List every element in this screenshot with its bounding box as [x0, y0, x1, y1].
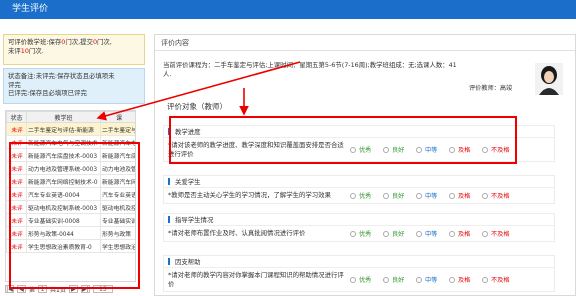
eval-heading: 评价对象（教师） — [167, 102, 227, 111]
radio-icon[interactable] — [350, 276, 356, 283]
rating-option[interactable]: 优秀 — [350, 275, 381, 284]
rating-option[interactable]: 及格 — [449, 191, 480, 200]
rating-option[interactable]: 优秀 — [350, 191, 381, 200]
radio-icon[interactable] — [416, 192, 422, 199]
eval-section: 关爱学生 *教师是否主动关心学生的学习情况，了解学生的学习效果 优秀 良好 中等 及格 不及… — [163, 175, 555, 204]
eval-panel: 评价内容 当前评价课程为：二手车鉴定与评估;上课时间：星期五第5-6节(7-16… — [154, 34, 576, 296]
teacher-name: 评价教师：高竣 — [469, 85, 513, 92]
left-panel: 可评价教学班:保存0门次,提交0门次, 未评10门次. 状态备注:未评完:保存状… — [3, 34, 145, 294]
radio-icon[interactable] — [449, 276, 455, 283]
annotation-box-left — [9, 142, 140, 289]
row-status: 未评 — [6, 122, 27, 136]
row-course: 二手车鉴定与评 — [100, 122, 135, 136]
question-text: *教师是否主动关心学生的学习情况，了解学生的学习效果 — [168, 191, 331, 200]
question-text: *请对老师的教学内容对你掌握本门课程知识的帮助情况进行评价 — [168, 271, 344, 288]
radio-icon[interactable] — [383, 230, 389, 237]
radio-icon[interactable] — [482, 230, 488, 237]
rating-option[interactable]: 中等 — [416, 275, 447, 284]
eval-section: 因支帮助 *请对老师的教学内容对你掌握本门课程知识的帮助情况进行评价 优秀 良好 中等及… — [163, 255, 555, 292]
rating-option[interactable]: 中等 — [416, 191, 447, 200]
rating-option[interactable]: 及格 — [449, 275, 480, 284]
radio-icon[interactable] — [350, 192, 356, 199]
panel-title: 评价内容 — [155, 35, 575, 51]
row-class: 二手车鉴定与评估-新能源 — [26, 122, 101, 136]
section-header: 指导学生情况 — [164, 214, 554, 226]
radio-icon[interactable] — [449, 192, 455, 199]
radio-icon[interactable] — [383, 192, 389, 199]
section-bar — [168, 258, 170, 265]
radio-icon[interactable] — [482, 276, 488, 283]
rating-option[interactable]: 良好 — [383, 275, 414, 284]
radio-icon[interactable] — [416, 276, 422, 283]
rating-option[interactable]: 中等 — [416, 229, 447, 238]
radio-icon[interactable] — [350, 230, 356, 237]
section-title: 关爱学生 — [175, 178, 201, 186]
rating-option[interactable]: 不及格 — [482, 275, 513, 284]
section-header: 关爱学生 — [164, 176, 554, 188]
col-status[interactable]: 状态 — [6, 111, 27, 123]
section-header: 因支帮助 — [164, 256, 554, 268]
section-title: 指导学生情况 — [175, 216, 214, 224]
table-row[interactable]: 未评二手车鉴定与评估-新能源二手车鉴定与评 — [6, 122, 135, 136]
col-course[interactable]: 课 — [100, 111, 135, 123]
radio-icon[interactable] — [383, 276, 389, 283]
radio-icon[interactable] — [416, 230, 422, 237]
teacher-avatar — [535, 63, 563, 95]
rating-option[interactable]: 优秀 — [350, 229, 381, 238]
rating-option[interactable]: 不及格 — [482, 191, 513, 200]
rating-option[interactable]: 良好 — [383, 191, 414, 200]
radio-icon[interactable] — [449, 230, 455, 237]
annotation-box-right — [169, 116, 517, 164]
rating-option[interactable]: 及格 — [449, 229, 480, 238]
rating-option[interactable]: 不及格 — [482, 229, 513, 238]
section-bar — [168, 216, 170, 223]
col-class[interactable]: 教学班 — [26, 111, 101, 123]
radio-icon[interactable] — [482, 192, 488, 199]
status-note: 状态备注:未评完:保存状态且必填项未 评完 已评完:保存且必填项已评完 — [3, 68, 145, 104]
section-bar — [168, 178, 170, 185]
rating-option[interactable]: 良好 — [383, 229, 414, 238]
summary-box: 可评价教学班:保存0门次,提交0门次, 未评10门次. — [3, 34, 145, 65]
course-info: 当前评价课程为：二手车鉴定与评估;上课时间：星期五第5-6节(7-16周);教学… — [163, 61, 457, 78]
question-text: *请对老师布置作业及时、认真批阅情况进行评价 — [168, 229, 306, 238]
app-header: 学生评价 — [0, 0, 576, 19]
section-title: 因支帮助 — [175, 258, 201, 266]
page-title: 学生评价 — [12, 4, 49, 14]
eval-section: 指导学生情况 *请对老师布置作业及时、认真批阅情况进行评价 优秀 良好 中等 及格 不及格 — [163, 213, 555, 242]
